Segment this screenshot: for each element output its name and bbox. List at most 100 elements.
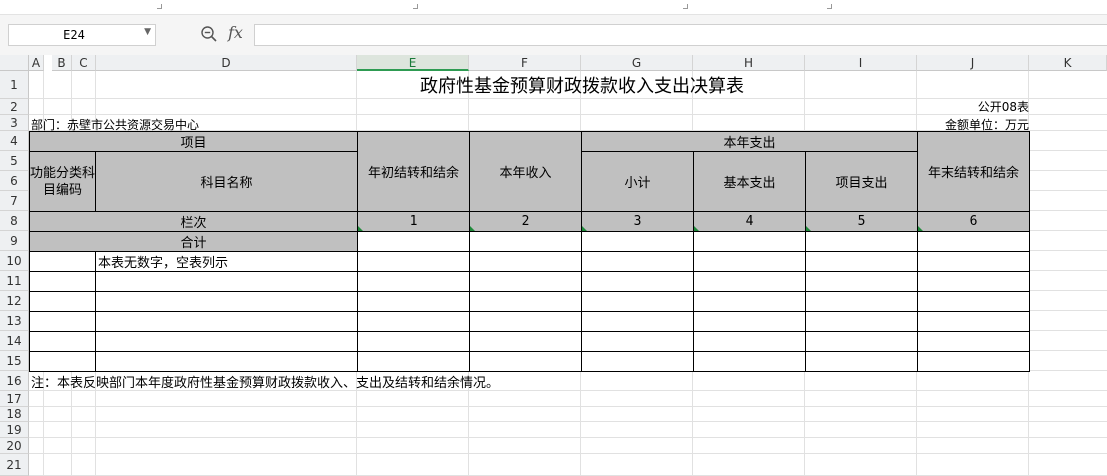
- table-cell[interactable]: [693, 351, 806, 372]
- table-cell[interactable]: [357, 291, 470, 312]
- chevron-down-icon[interactable]: ▼: [144, 27, 151, 37]
- table-cell[interactable]: [805, 351, 918, 372]
- header-func-code[interactable]: 功能分类科目编码: [29, 151, 96, 212]
- table-cell[interactable]: [581, 311, 694, 332]
- table-cell[interactable]: [805, 311, 918, 332]
- row-header-2[interactable]: 2: [0, 99, 29, 115]
- table-cell[interactable]: [917, 311, 1030, 332]
- table-cell[interactable]: [917, 351, 1030, 372]
- table-cell[interactable]: [581, 331, 694, 352]
- row-header-11[interactable]: 11: [0, 271, 29, 291]
- table-cell[interactable]: [693, 291, 806, 312]
- column-header-d[interactable]: D: [96, 55, 357, 71]
- row-header-4[interactable]: 4: [0, 131, 29, 151]
- row-header-13[interactable]: 13: [0, 311, 29, 331]
- table-cell[interactable]: [29, 291, 96, 312]
- row-header-3[interactable]: 3: [0, 115, 29, 131]
- column-header-c[interactable]: C: [72, 55, 96, 71]
- table-cell[interactable]: [469, 351, 582, 372]
- table-cell[interactable]: [693, 251, 806, 272]
- table-cell[interactable]: [469, 291, 582, 312]
- row-header-1[interactable]: 1: [0, 71, 29, 99]
- column-header-e[interactable]: E: [357, 55, 469, 71]
- row-header-15[interactable]: 15: [0, 351, 29, 371]
- header-subject-name[interactable]: 科目名称: [95, 151, 358, 212]
- table-cell[interactable]: [95, 351, 358, 372]
- total-cell[interactable]: [469, 231, 582, 252]
- total-cell[interactable]: [805, 231, 918, 252]
- table-cell[interactable]: [581, 351, 694, 372]
- table-cell[interactable]: [357, 251, 470, 272]
- table-cell[interactable]: [357, 311, 470, 332]
- table-cell[interactable]: [917, 331, 1030, 352]
- table-cell[interactable]: [805, 291, 918, 312]
- table-cell[interactable]: [95, 311, 358, 332]
- row-header-17[interactable]: 17: [0, 391, 29, 407]
- header-project-expense[interactable]: 项目支出: [805, 151, 918, 212]
- row-header-8[interactable]: 8: [0, 211, 29, 231]
- table-cell[interactable]: [469, 311, 582, 332]
- table-cell[interactable]: [805, 331, 918, 352]
- header-expense[interactable]: 本年支出: [581, 131, 918, 152]
- total-cell[interactable]: [581, 231, 694, 252]
- table-cell[interactable]: [29, 271, 96, 292]
- table-cell[interactable]: [469, 271, 582, 292]
- table-cell[interactable]: [95, 271, 358, 292]
- row-header-21[interactable]: 21: [0, 454, 29, 476]
- header-closing-balance[interactable]: 年末结转和结余: [917, 131, 1030, 212]
- table-cell[interactable]: [805, 251, 918, 272]
- header-subtotal[interactable]: 小计: [581, 151, 694, 212]
- spreadsheet-grid[interactable]: ABCDEFGHIJK 1 2 3 4 5 6 7 8 9 10 11 12 13 14 15 16 17 18 1…: [0, 55, 1107, 476]
- table-cell[interactable]: [581, 271, 694, 292]
- table-cell[interactable]: [29, 351, 96, 372]
- total-cell[interactable]: [693, 231, 806, 252]
- column-header-b[interactable]: B: [52, 55, 72, 71]
- select-all-corner[interactable]: [0, 55, 29, 71]
- column-header-h[interactable]: H: [693, 55, 805, 71]
- table-cell[interactable]: [917, 291, 1030, 312]
- column-header-g[interactable]: G: [581, 55, 693, 71]
- table-cell[interactable]: [29, 331, 96, 352]
- table-cell[interactable]: [469, 251, 582, 272]
- table-cell[interactable]: [95, 331, 358, 352]
- empty-table-note[interactable]: 本表无数字，空表列示: [98, 252, 356, 271]
- row-header-20[interactable]: 20: [0, 438, 29, 454]
- row-header-5[interactable]: 5: [0, 151, 29, 171]
- column-index-5[interactable]: 5: [805, 211, 918, 232]
- table-cell[interactable]: [693, 311, 806, 332]
- row-header-18[interactable]: 18: [0, 407, 29, 422]
- table-cell[interactable]: [805, 271, 918, 292]
- column-index-1[interactable]: 1: [357, 211, 470, 232]
- table-cell[interactable]: [581, 251, 694, 272]
- table-cell[interactable]: [581, 291, 694, 312]
- header-basic-expense[interactable]: 基本支出: [693, 151, 806, 212]
- row-header-6[interactable]: 6: [0, 171, 29, 191]
- column-index-2[interactable]: 2: [469, 211, 582, 232]
- column-header-k[interactable]: K: [1029, 55, 1107, 71]
- column-header-i[interactable]: I: [805, 55, 917, 71]
- column-header-j[interactable]: J: [917, 55, 1029, 71]
- column-header-f[interactable]: F: [469, 55, 581, 71]
- row-header-10[interactable]: 10: [0, 251, 29, 271]
- row-header-19[interactable]: 19: [0, 422, 29, 438]
- table-cell[interactable]: [357, 271, 470, 292]
- name-box[interactable]: E24 ▼: [8, 24, 156, 46]
- table-cell[interactable]: [357, 351, 470, 372]
- table-cell[interactable]: [693, 271, 806, 292]
- table-cell[interactable]: [917, 251, 1030, 272]
- row-header-14[interactable]: 14: [0, 331, 29, 351]
- table-cell[interactable]: [29, 311, 96, 332]
- column-index-label[interactable]: 栏次: [29, 211, 358, 232]
- row-header-12[interactable]: 12: [0, 291, 29, 311]
- zoom-icon[interactable]: [200, 25, 218, 43]
- footnote[interactable]: 注：本表反映部门本年度政府性基金预算财政拨款收入、支出及结转和结余情况。: [31, 372, 731, 391]
- formula-input[interactable]: [254, 24, 1107, 46]
- column-header-a[interactable]: A: [29, 55, 44, 71]
- row-header-16[interactable]: 16: [0, 371, 29, 391]
- header-opening-balance[interactable]: 年初结转和结余: [357, 131, 470, 212]
- column-index-3[interactable]: 3: [581, 211, 694, 232]
- header-project[interactable]: 项目: [29, 131, 358, 152]
- header-income[interactable]: 本年收入: [469, 131, 582, 212]
- total-label[interactable]: 合计: [29, 231, 358, 252]
- fx-icon[interactable]: fx: [228, 23, 243, 42]
